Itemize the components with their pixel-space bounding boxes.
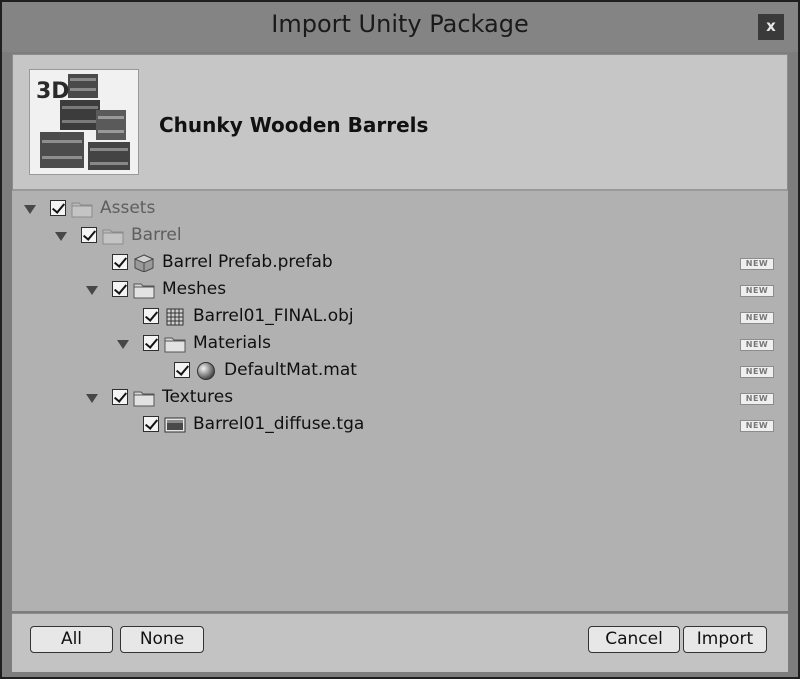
dialog-footer: All None Cancel Import (12, 613, 788, 672)
include-checkbox[interactable] (50, 200, 66, 216)
tree-row[interactable]: DefaultMat.mat NEW (12, 359, 788, 386)
new-badge: NEW (740, 339, 774, 351)
expand-arrow-icon[interactable] (55, 232, 67, 241)
tree-item-label: Barrel Prefab.prefab (162, 252, 333, 272)
folder-icon (164, 335, 186, 353)
tree-item-label: DefaultMat.mat (224, 360, 357, 380)
tree-row[interactable]: Barrel01_diffuse.tga NEW (12, 413, 788, 440)
new-badge: NEW (740, 366, 774, 378)
folder-icon (133, 281, 155, 299)
mesh-icon (164, 308, 186, 326)
tree-row[interactable]: Textures NEW (12, 386, 788, 413)
new-badge: NEW (740, 420, 774, 432)
import-button[interactable]: Import (683, 626, 767, 653)
expand-arrow-icon[interactable] (117, 340, 129, 349)
tree-item-label: Textures (162, 387, 234, 407)
dialog-title: Import Unity Package (271, 10, 529, 38)
include-checkbox[interactable] (143, 416, 159, 432)
tree-row[interactable]: Assets (12, 197, 788, 224)
close-button[interactable]: x (758, 14, 784, 40)
none-button[interactable]: None (120, 626, 204, 653)
title-bar[interactable]: Import Unity Package x (2, 2, 798, 52)
new-badge: NEW (740, 285, 774, 297)
include-checkbox[interactable] (112, 254, 128, 270)
new-badge: NEW (740, 393, 774, 405)
asset-tree: Assets Barrel Barrel Prefab.prefab NEW Me… (12, 191, 788, 611)
prefab-icon (133, 254, 155, 273)
import-package-dialog: Import Unity Package x 3D Chunky Wooden … (0, 0, 800, 679)
barrels-logo-icon: 3D (29, 69, 139, 175)
material-sphere-icon (195, 362, 217, 380)
include-checkbox[interactable] (143, 335, 159, 351)
tree-item-label: Materials (193, 333, 271, 353)
tree-row[interactable]: Barrel01_FINAL.obj NEW (12, 305, 788, 332)
tree-row[interactable]: Meshes NEW (12, 278, 788, 305)
include-checkbox[interactable] (81, 227, 97, 243)
tree-item-label: Meshes (162, 279, 227, 299)
tree-row[interactable]: Barrel (12, 224, 788, 251)
texture-icon (164, 416, 186, 434)
cancel-button[interactable]: Cancel (588, 626, 680, 653)
package-name: Chunky Wooden Barrels (159, 113, 429, 137)
expand-arrow-icon[interactable] (86, 394, 98, 403)
folder-icon (102, 227, 124, 245)
include-checkbox[interactable] (174, 362, 190, 378)
tree-row[interactable]: Barrel Prefab.prefab NEW (12, 251, 788, 278)
package-header: 3D Chunky Wooden Barrels (12, 54, 788, 191)
expand-arrow-icon[interactable] (24, 205, 36, 214)
include-checkbox[interactable] (112, 389, 128, 405)
folder-icon (71, 200, 93, 218)
include-checkbox[interactable] (143, 308, 159, 324)
tree-item-label: Barrel (131, 225, 182, 245)
logo-text: 3D (36, 79, 70, 104)
include-checkbox[interactable] (112, 281, 128, 297)
tree-row[interactable]: Materials NEW (12, 332, 788, 359)
tree-item-label: Barrel01_diffuse.tga (193, 414, 365, 434)
all-button[interactable]: All (30, 626, 113, 653)
tree-item-label: Barrel01_FINAL.obj (193, 306, 354, 326)
new-badge: NEW (740, 258, 774, 270)
folder-icon (133, 389, 155, 407)
expand-arrow-icon[interactable] (86, 286, 98, 295)
new-badge: NEW (740, 312, 774, 324)
tree-item-label: Assets (100, 198, 156, 218)
